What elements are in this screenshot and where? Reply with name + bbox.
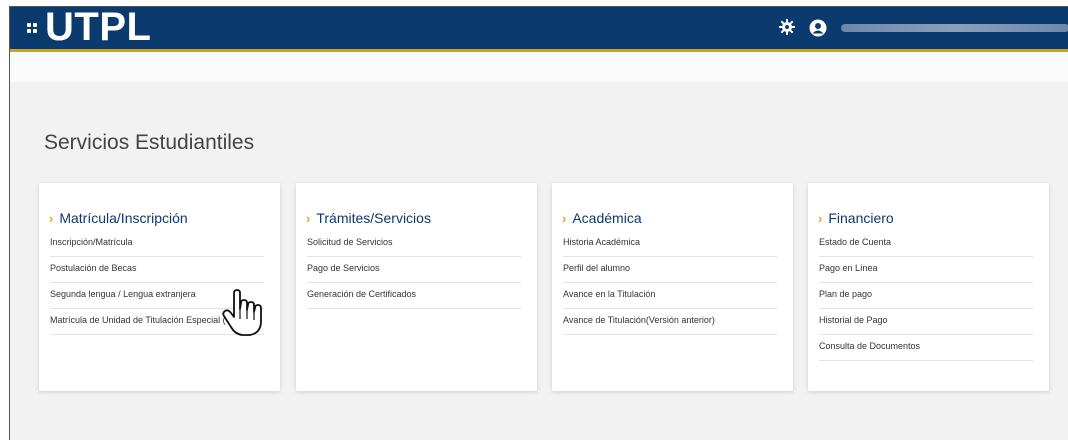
card-academica: › Académica Historia Académica Perfil del… [552, 183, 793, 391]
link-item[interactable]: Pago de Servicios [307, 257, 521, 283]
chevron-right-icon: › [306, 211, 311, 226]
sub-band [10, 52, 1068, 82]
card-title[interactable]: › Matrícula/Inscripción [49, 210, 188, 226]
card-matricula: › Matrícula/Inscripción Inscripción/Matrí… [39, 183, 280, 391]
link-item[interactable]: Perfil del alumno [563, 257, 777, 283]
link-item[interactable]: Inscripción/Matrícula [50, 231, 264, 257]
card-tramites: › Trámites/Servicios Solicitud de Servici… [296, 183, 537, 391]
browser-frame: UTPL ████████████████ Servicios Estudian… [9, 6, 1068, 440]
username-blurred[interactable]: ████████████████ [841, 24, 1068, 32]
link-item[interactable]: Postulación de Becas [50, 257, 264, 283]
link-item[interactable]: Historia Académica [563, 231, 777, 257]
link-item[interactable]: Pago en Línea [819, 257, 1033, 283]
chevron-right-icon: › [562, 211, 567, 226]
gear-icon[interactable] [779, 19, 795, 35]
user-icon[interactable] [809, 19, 827, 37]
card-title[interactable]: › Trámites/Servicios [306, 210, 431, 226]
link-item[interactable]: Estado de Cuenta [819, 231, 1033, 257]
card-financiero: › Financiero Estado de Cuenta Pago en Lín… [808, 183, 1049, 391]
link-list: Solicitud de Servicios Pago de Servicios… [307, 231, 521, 309]
page-title: Servicios Estudiantiles [44, 131, 255, 154]
chevron-right-icon: › [818, 211, 823, 226]
link-item[interactable]: Plan de pago [819, 283, 1033, 309]
link-item[interactable]: Solicitud de Servicios [307, 231, 521, 257]
link-item[interactable]: Avance en la Titulación [563, 283, 777, 309]
link-list: Historia Académica Perfil del alumno Ava… [563, 231, 777, 335]
chevron-right-icon: › [49, 211, 54, 226]
link-item[interactable]: Generación de Certificados [307, 283, 521, 309]
link-list: Estado de Cuenta Pago en Línea Plan de p… [819, 231, 1033, 361]
link-item[interactable]: Avance de Titulación(Versión anterior) [563, 309, 777, 335]
hand-cursor-icon [222, 289, 262, 336]
brand-logo[interactable]: UTPL [45, 7, 151, 50]
card-title[interactable]: › Académica [562, 210, 642, 226]
link-item[interactable]: Consulta de Documentos [819, 335, 1033, 361]
link-item[interactable]: Historial de Pago [819, 309, 1033, 335]
card-title[interactable]: › Financiero [818, 210, 894, 226]
top-bar: UTPL ████████████████ [10, 7, 1068, 49]
grid-menu-icon[interactable] [27, 23, 37, 33]
